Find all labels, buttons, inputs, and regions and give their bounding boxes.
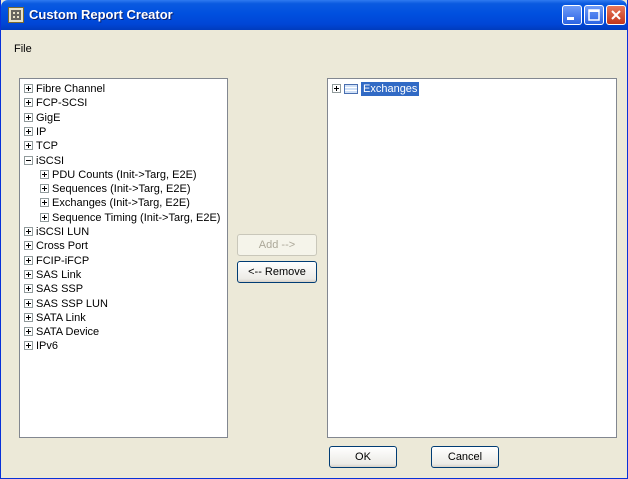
report-creator-window: Custom Report Creator File Fibre Channel… [0, 0, 628, 479]
tree-item-label: IPv6 [36, 340, 59, 353]
expand-icon[interactable] [24, 227, 33, 236]
close-button[interactable] [606, 5, 626, 25]
ok-button[interactable]: OK [329, 446, 397, 468]
tree-item-label: Exchanges [361, 82, 420, 96]
available-reports-tree[interactable]: Fibre Channel FCP-SCSI GigE IP TCP iSCSI PDU C… [19, 78, 228, 438]
expand-icon[interactable] [24, 112, 33, 122]
expand-icon[interactable] [40, 198, 49, 208]
tree-item-label: iSCSI LUN [36, 226, 90, 238]
menu-file[interactable]: File [14, 43, 32, 55]
expand-icon[interactable] [40, 184, 49, 194]
tree-item-label: SAS SSP [36, 283, 84, 296]
expand-icon[interactable] [24, 327, 33, 337]
expand-icon[interactable] [24, 84, 33, 93]
expand-icon[interactable] [24, 312, 33, 322]
tree-item-label: SATA Link [36, 311, 86, 324]
title-bar[interactable]: Custom Report Creator [1, 0, 627, 30]
tree-item-label: TCP [36, 140, 58, 153]
minimize-button[interactable] [562, 5, 582, 25]
tree-item-label: IP [36, 125, 47, 138]
expand-icon[interactable] [24, 98, 33, 108]
expand-icon[interactable] [24, 255, 33, 265]
expand-icon[interactable] [24, 341, 33, 351]
expand-icon[interactable] [24, 298, 33, 308]
expand-icon[interactable] [24, 269, 33, 279]
expand-icon[interactable] [24, 126, 33, 136]
expand-icon[interactable] [24, 241, 33, 251]
tree-item-label: Sequences (Init->Targ, E2E) [52, 183, 191, 196]
tree-item-label: FCIP-iFCP [36, 254, 90, 267]
tree-item-label: SAS SSP LUN [36, 297, 108, 310]
expand-icon[interactable] [40, 169, 49, 179]
tree-item-label: PDU Counts (Init->Targ, E2E) [52, 168, 197, 181]
table-icon [344, 84, 358, 94]
maximize-button[interactable] [584, 5, 604, 25]
add-button[interactable]: Add --> [237, 234, 317, 256]
tree-item-label: Exchanges (Init->Targ, E2E) [52, 197, 190, 210]
expand-icon[interactable] [24, 141, 33, 151]
cancel-button[interactable]: Cancel [431, 446, 499, 468]
collapse-icon[interactable] [24, 155, 33, 165]
menu-bar [1, 30, 627, 58]
remove-button[interactable]: <-- Remove [237, 261, 317, 283]
selected-reports-tree[interactable]: Exchanges [327, 78, 617, 438]
tree-item-label: SATA Device [36, 326, 100, 339]
tree-item-label: iSCSI [36, 154, 65, 167]
tree-item-label: FCP-SCSI [36, 97, 88, 110]
tree-item-label: GigE [36, 111, 61, 124]
expand-icon[interactable] [40, 212, 49, 222]
tree-item-label: Cross Port [36, 240, 88, 253]
expand-icon[interactable] [332, 84, 341, 93]
window-title: Custom Report Creator [29, 7, 173, 22]
app-grid-icon [8, 7, 24, 23]
tree-item-label: Fibre Channel [36, 83, 106, 95]
expand-icon[interactable] [24, 284, 33, 294]
tree-item-label: SAS Link [36, 268, 82, 281]
tree-item-label: Sequence Timing (Init->Targ, E2E) [52, 211, 221, 224]
